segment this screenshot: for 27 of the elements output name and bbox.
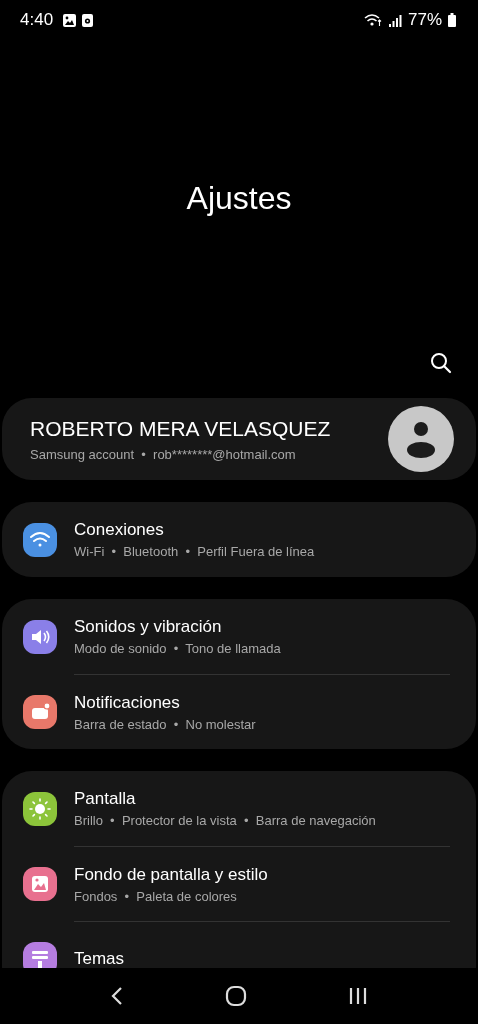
signal-icon bbox=[387, 13, 402, 27]
account-card[interactable]: ROBERTO MERA VELASQUEZ Samsung account • rob********@hotmail.com bbox=[2, 398, 476, 480]
setting-title[interactable]: Temas bbox=[74, 949, 450, 968]
page-title: Ajustes bbox=[186, 180, 292, 217]
setting-subtitle: Brillo • Protector de la vista • Barra de navegación bbox=[74, 813, 377, 828]
setting-subtitle: Modo de sonido • Tono de llamada bbox=[74, 641, 282, 656]
battery-icon bbox=[448, 13, 456, 27]
setting-title[interactable]: Fondo de pantalla y estilo bbox=[74, 864, 450, 885]
setting-title[interactable]: Sonidos y vibración bbox=[74, 617, 450, 637]
battery-percentage: 77% bbox=[407, 10, 442, 30]
setting-title[interactable]: Conexiones bbox=[74, 520, 450, 540]
gallery-icon bbox=[63, 13, 77, 27]
wifi-icon bbox=[363, 13, 382, 27]
clock: 4:40 bbox=[20, 10, 54, 30]
search-icon[interactable] bbox=[430, 351, 452, 374]
camera-icon bbox=[82, 13, 94, 27]
avatar-icon bbox=[388, 406, 454, 472]
setting-subtitle: Barra de estado • No molestar bbox=[74, 716, 257, 732]
setting-subtitle: Fondos • Paleta de colores bbox=[74, 888, 238, 904]
setting-title[interactable]: Notificaciones bbox=[74, 692, 450, 713]
account-name: ROBERTO MERA VELASQUEZ bbox=[30, 416, 332, 441]
account-subtitle: Samsung account • rob********@hotmail.com bbox=[30, 446, 297, 462]
setting-subtitle: Wi-Fi • Bluetooth • Perfil Fuera de línea bbox=[74, 544, 316, 559]
home-icon[interactable] bbox=[225, 985, 247, 1007]
setting-title[interactable]: Pantalla bbox=[74, 789, 450, 809]
recent-apps-icon[interactable] bbox=[347, 987, 368, 1005]
back-icon[interactable] bbox=[110, 986, 125, 1006]
